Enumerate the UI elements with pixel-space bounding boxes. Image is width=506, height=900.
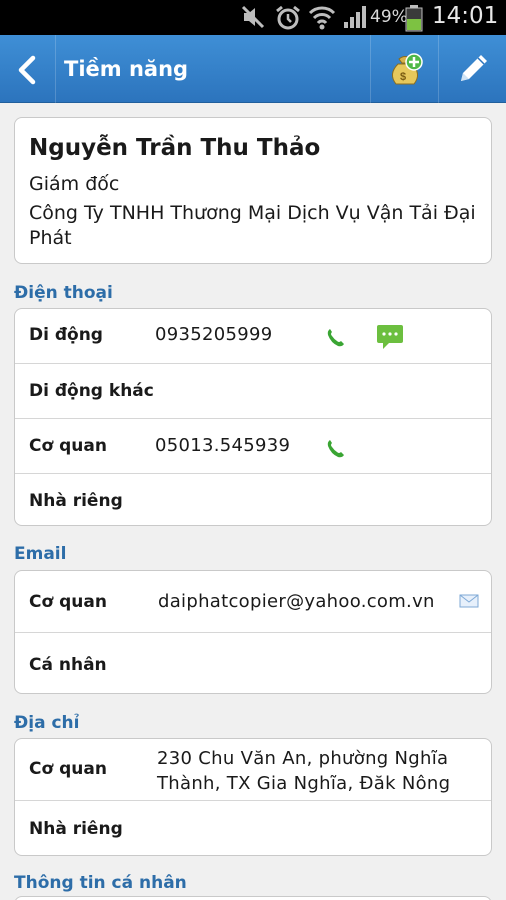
row-value: 05013.545939 [155,435,291,456]
page-title: Tiềm năng [64,57,189,81]
wifi-icon [308,6,336,30]
call-icon[interactable] [325,326,347,348]
alarm-icon [276,5,300,30]
money-bag-add-icon: $ [392,53,423,85]
email-row-work[interactable]: Cơ quan daiphatcopier@yahoo.com.vn [15,571,491,633]
svg-text:$: $ [400,71,406,83]
personal-card [14,896,492,900]
pencil-icon [461,55,487,81]
row-label: Cơ quan [29,759,107,779]
row-label: Di động khác [29,381,154,401]
contact-position: Giám đốc [29,173,120,195]
edit-button[interactable] [438,35,506,103]
convert-lead-button[interactable]: $ [370,35,438,103]
address-row-work[interactable]: Cơ quan 230 Chu Văn An, phường Nghĩa Thà… [15,739,491,801]
sms-icon[interactable] [375,323,405,351]
address-row-home[interactable]: Nhà riêng [15,801,491,855]
signal-icon [344,6,366,28]
row-label: Cá nhân [29,655,107,675]
row-value: daiphatcopier@yahoo.com.vn [158,591,435,612]
clock: 14:01 [432,3,499,29]
section-title-address: Địa chỉ [14,713,80,733]
contact-company: Công Ty TNHH Thương Mại Dịch Vụ Vận Tải … [29,202,476,249]
row-label: Di động [29,325,103,345]
phone-row-mobile[interactable]: Di động 0935205999 [15,309,491,364]
contact-name: Nguyễn Trần Thu Thảo [29,135,321,161]
contact-card: Nguyễn Trần Thu Thảo Giám đốc Công Ty TN… [14,117,492,264]
phone-card: Di động 0935205999 Di động khác Cơ quan … [14,308,492,526]
row-label: Nhà riêng [29,819,123,839]
email-card: Cơ quan daiphatcopier@yahoo.com.vn Cá nh… [14,570,492,694]
email-icon[interactable] [459,593,479,609]
row-label: Nhà riêng [29,491,123,511]
row-label: Cơ quan [29,592,107,612]
email-row-personal[interactable]: Cá nhân [15,633,491,693]
mute-icon [241,5,265,29]
phone-row-other-mobile[interactable]: Di động khác [15,364,491,419]
back-button[interactable] [0,35,56,103]
battery-percent: 49% [370,7,408,27]
action-bar: Tiềm năng $ [0,35,506,103]
status-bar: 49% 14:01 [0,0,506,35]
phone-row-home[interactable]: Nhà riêng [15,474,491,525]
row-label: Cơ quan [29,436,107,456]
section-title-email: Email [14,544,67,564]
chevron-left-icon [18,55,36,85]
section-title-personal: Thông tin cá nhân [14,873,187,893]
phone-row-office[interactable]: Cơ quan 05013.545939 [15,419,491,474]
row-value: 230 Chu Văn An, phường Nghĩa Thành, TX G… [157,748,451,794]
section-title-phone: Điện thoại [14,283,113,303]
call-icon[interactable] [325,437,347,459]
row-value: 0935205999 [155,324,273,345]
address-card: Cơ quan 230 Chu Văn An, phường Nghĩa Thà… [14,738,492,856]
battery-icon [405,5,423,32]
